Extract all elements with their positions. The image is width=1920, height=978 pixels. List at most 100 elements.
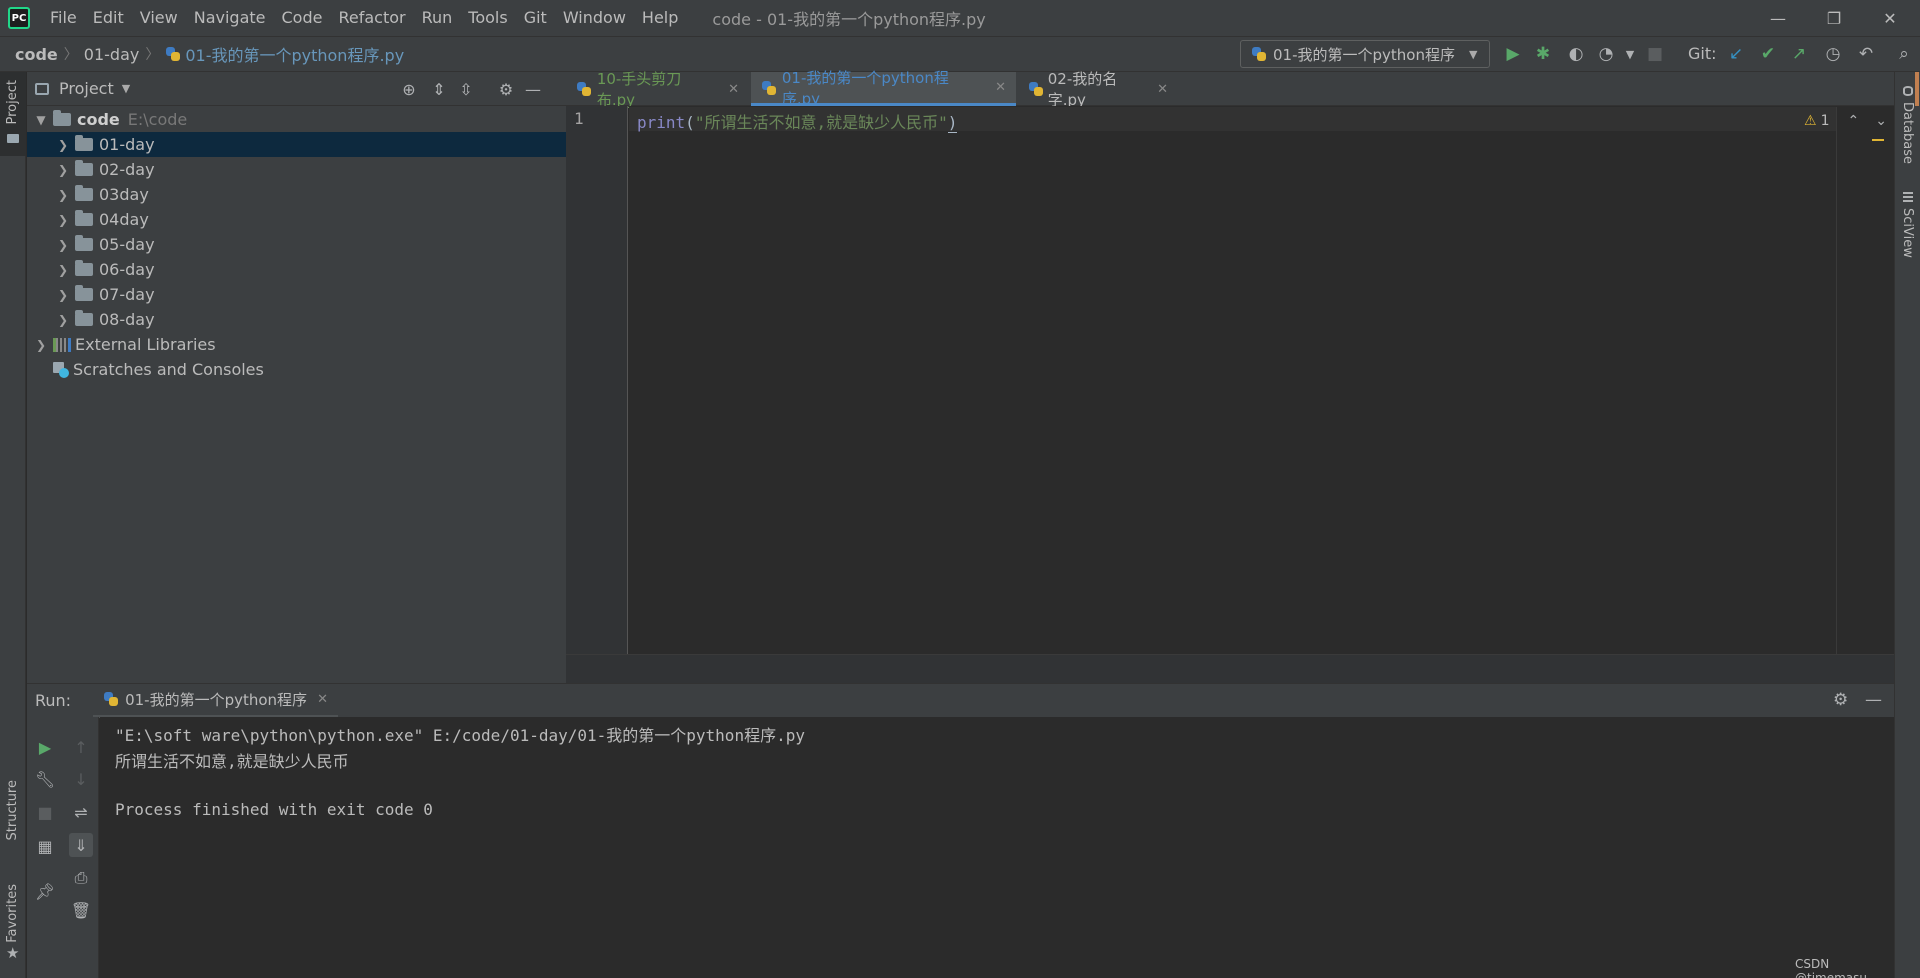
scrollbar-thumb[interactable]: [1915, 72, 1919, 106]
more-run-options-icon[interactable]: ▼: [1618, 42, 1642, 66]
run-tab[interactable]: 01-我的第一个python程序 ✕: [93, 684, 338, 718]
menu-navigate[interactable]: Navigate: [186, 0, 274, 36]
tree-scratches-consoles[interactable]: Scratches and Consoles: [27, 357, 566, 382]
tree-root-code[interactable]: ▼ code E:\code: [27, 107, 566, 132]
rerun-icon[interactable]: ▶: [33, 735, 57, 759]
layout-icon[interactable]: ▦: [33, 834, 57, 858]
menu-git[interactable]: Git: [516, 0, 555, 36]
tree-folder-label: 03day: [99, 185, 149, 204]
tree-folder-07-day[interactable]: ❯ 07-day: [27, 282, 566, 307]
next-highlight-icon[interactable]: ⌄: [1875, 113, 1887, 129]
arrow-up-icon[interactable]: ↑: [69, 735, 93, 759]
hide-panel-icon[interactable]: —: [1865, 690, 1882, 710]
menu-help[interactable]: Help: [634, 0, 686, 36]
settings-gear-icon[interactable]: ⚙: [1833, 690, 1848, 710]
tree-folder-04day[interactable]: ❯ 04day: [27, 207, 566, 232]
settings-gear-icon[interactable]: ⚙: [494, 77, 518, 101]
sciview-tool-button[interactable]: SciView: [1900, 208, 1915, 258]
debug-icon[interactable]: ✱: [1531, 42, 1555, 66]
close-tab-icon[interactable]: ✕: [1157, 82, 1168, 97]
locate-icon[interactable]: ⊕: [397, 77, 421, 101]
favorites-tool-button[interactable]: Favorites: [5, 884, 20, 943]
arrow-down-icon[interactable]: ↓: [69, 767, 93, 791]
stop-icon[interactable]: ■: [1643, 42, 1667, 66]
chevron-right-icon[interactable]: ❯: [55, 238, 71, 252]
coverage-icon[interactable]: ◐: [1564, 42, 1588, 66]
folder-icon: [75, 185, 93, 201]
trash-icon[interactable]: 🗑︎: [69, 898, 93, 922]
previous-highlight-icon[interactable]: ⌃: [1847, 113, 1859, 129]
tree-folder-05-day[interactable]: ❯ 05-day: [27, 232, 566, 257]
rollback-icon[interactable]: ↶: [1854, 42, 1878, 66]
tree-folder-08-day[interactable]: ❯ 08-day: [27, 307, 566, 332]
tab-01-first-python-program[interactable]: 01-我的第一个python程序.py ✕: [751, 69, 1016, 108]
chevron-right-icon[interactable]: ❯: [55, 213, 71, 227]
inspection-widget[interactable]: ⚠ 1 ⌃ ⌄: [1804, 113, 1887, 129]
project-tool-button[interactable]: Project: [0, 72, 26, 156]
profile-icon[interactable]: ◔: [1594, 42, 1618, 66]
run-configuration-select[interactable]: 01-我的第一个python程序 ▼: [1240, 40, 1490, 68]
git-commit-icon[interactable]: ✔: [1756, 42, 1780, 66]
tree-folder-06-day[interactable]: ❯ 06-day: [27, 257, 566, 282]
menu-code[interactable]: Code: [274, 0, 331, 36]
menu-view[interactable]: View: [132, 0, 186, 36]
chevron-right-icon[interactable]: ❯: [55, 163, 71, 177]
expand-all-icon[interactable]: ⇕: [427, 77, 451, 101]
code-function: print: [637, 113, 686, 132]
breadcrumb-root[interactable]: code: [15, 45, 58, 64]
breadcrumb-separator-icon: 〉: [63, 47, 78, 63]
menu-window[interactable]: Window: [555, 0, 634, 36]
breadcrumb-file[interactable]: 01-我的第一个python程序.py: [185, 42, 404, 66]
pin-icon[interactable]: 📌︎: [33, 879, 57, 903]
run-console-output[interactable]: "E:\soft ware\python\python.exe" E:/code…: [100, 717, 1894, 978]
stop-icon[interactable]: ■: [33, 800, 57, 824]
print-icon[interactable]: ⎙: [69, 866, 93, 890]
chevron-down-icon[interactable]: ▼: [33, 113, 49, 127]
python-file-icon: [761, 80, 777, 96]
chevron-right-icon[interactable]: ❯: [55, 288, 71, 302]
menu-edit[interactable]: Edit: [85, 0, 132, 36]
code-editor[interactable]: [629, 106, 1894, 654]
tree-folder-03day[interactable]: ❯ 03day: [27, 182, 566, 207]
chevron-right-icon[interactable]: ❯: [33, 338, 49, 352]
soft-wrap-icon[interactable]: ⇌: [69, 800, 93, 824]
menu-refactor[interactable]: Refactor: [330, 0, 413, 36]
git-push-icon[interactable]: ↗: [1787, 42, 1811, 66]
chevron-right-icon[interactable]: ❯: [55, 263, 71, 277]
database-tool-button[interactable]: Database: [1900, 102, 1915, 164]
menu-tools[interactable]: Tools: [460, 0, 515, 36]
close-tab-icon[interactable]: ✕: [317, 692, 328, 707]
menu-run[interactable]: Run: [414, 0, 461, 36]
close-tab-icon[interactable]: ✕: [995, 80, 1006, 95]
git-update-icon[interactable]: ↙: [1724, 42, 1748, 66]
chevron-right-icon[interactable]: ❯: [55, 313, 71, 327]
hide-panel-icon[interactable]: —: [521, 77, 545, 101]
chevron-down-icon[interactable]: ▼: [122, 82, 130, 95]
project-panel-title[interactable]: Project: [59, 79, 114, 98]
breadcrumb-folder[interactable]: 01-day: [84, 45, 140, 64]
history-icon[interactable]: ◷: [1821, 42, 1845, 66]
tab-10-rock-paper-scissors[interactable]: 10-手头剪刀布.py ✕: [566, 70, 749, 109]
chevron-right-icon[interactable]: ❯: [55, 138, 71, 152]
restore-button[interactable]: ❐: [1806, 0, 1862, 36]
run-icon[interactable]: ▶: [1501, 42, 1525, 66]
menu-file[interactable]: File: [42, 0, 85, 36]
tree-folder-02-day[interactable]: ❯ 02-day: [27, 157, 566, 182]
tab-02-my-name[interactable]: 02-我的名字.py ✕: [1018, 70, 1178, 109]
tree-external-libraries[interactable]: ❯ External Libraries: [27, 332, 566, 357]
close-tab-icon[interactable]: ✕: [728, 82, 739, 97]
console-line-output: 所谓生活不如意,就是缺少人民币: [115, 752, 349, 771]
scroll-to-end-icon[interactable]: ⇓: [69, 833, 93, 857]
collapse-all-icon[interactable]: ⇳: [454, 77, 478, 101]
close-window-button[interactable]: ✕: [1862, 0, 1918, 36]
error-stripe-mark[interactable]: [1872, 139, 1884, 141]
wrench-icon[interactable]: 🔧︎: [33, 767, 57, 791]
tree-folder-01-day[interactable]: ❯ 01-day: [27, 132, 566, 157]
search-icon[interactable]: ⌕: [1892, 42, 1916, 66]
structure-tool-button[interactable]: Structure: [5, 780, 20, 840]
code-string: "所谓生活不如意,就是缺少人民币": [694, 113, 948, 132]
chevron-right-icon[interactable]: ❯: [55, 188, 71, 202]
tree-root-name: code: [77, 110, 120, 129]
minimize-button[interactable]: —: [1750, 0, 1806, 36]
code-line-1[interactable]: print("所谓生活不如意,就是缺少人民币"): [637, 109, 958, 133]
